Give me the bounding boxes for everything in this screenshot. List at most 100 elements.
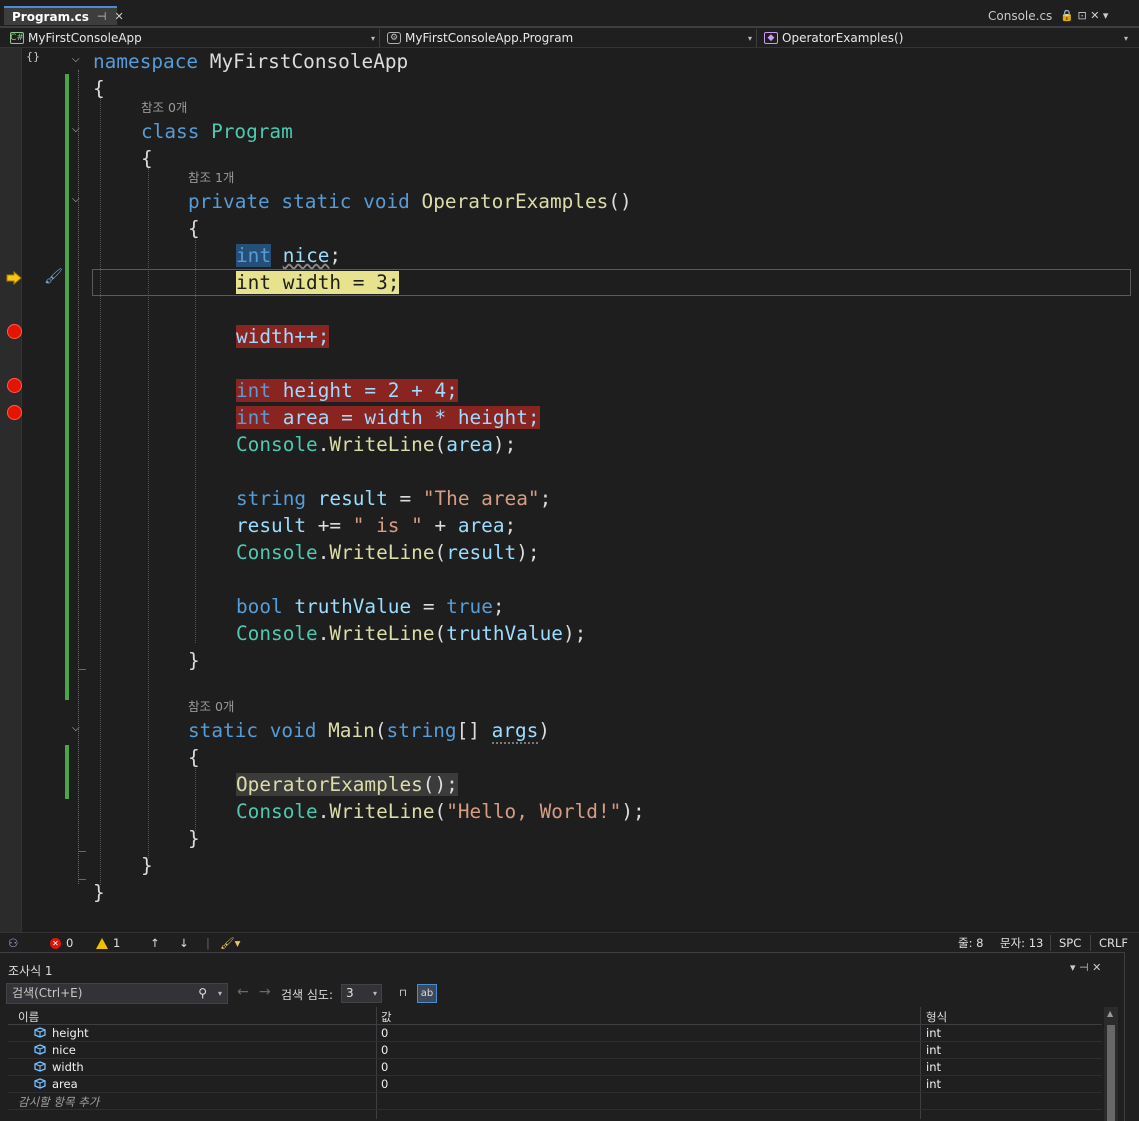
statement-text: width = 3;: [271, 271, 400, 294]
pin-watch-icon[interactable]: ⊓: [393, 984, 413, 1003]
watch-name: height: [52, 1026, 89, 1040]
search-input[interactable]: 검색(Ctrl+E) ⚲ ▾: [6, 983, 228, 1004]
column-indicator[interactable]: 문자: 13: [1000, 935, 1043, 951]
watch-scrollbar[interactable]: ▲: [1104, 1007, 1118, 1121]
watch-toolbar: 검색(Ctrl+E) ⚲ ▾ ← → 검색 심도: 3 ▾ ⊓ ab: [0, 983, 1124, 1005]
view-format-icon[interactable]: ab: [417, 984, 437, 1003]
warning-count[interactable]: 1: [96, 935, 120, 951]
punct: );: [562, 622, 587, 645]
error-count[interactable]: ✕ 0: [50, 935, 73, 951]
watch-value: 0: [381, 1077, 389, 1091]
code-line: int area = width * height;: [236, 404, 540, 431]
code-line: {: [141, 147, 153, 170]
code-line: {: [188, 746, 200, 769]
column-header-value[interactable]: 값: [381, 1009, 392, 1025]
adjacent-tool-window-edge: [1124, 952, 1139, 1121]
window-controls[interactable]: ▾ ⊣ ✕: [1070, 961, 1101, 974]
punct: ;: [504, 514, 517, 537]
chevron-down-icon: ▾: [370, 33, 375, 43]
indicator-margin[interactable]: [0, 48, 22, 932]
statement-text: area = width * height;: [271, 406, 540, 429]
quick-actions-brush-icon[interactable]: 🖌: [44, 267, 63, 285]
class-icon: ⚙: [387, 32, 401, 44]
copilot-icon[interactable]: ⚇: [8, 935, 18, 951]
search-depth-select[interactable]: 3 ▾: [341, 984, 382, 1003]
scrollbar-thumb[interactable]: [1107, 1025, 1115, 1121]
identifier: truthValue: [446, 622, 563, 645]
punct: (): [608, 190, 632, 213]
collapse-caret-icon[interactable]: ⌵: [72, 54, 80, 65]
watch-row[interactable]: height 0 int: [8, 1025, 1102, 1042]
warning-icon: [96, 937, 108, 949]
watch-row[interactable]: width 0 int: [8, 1059, 1102, 1076]
current-statement-arrow-icon: [6, 271, 22, 285]
code-line: Console.WriteLine(truthValue);: [236, 620, 586, 647]
watch-row[interactable]: area 0 int: [8, 1076, 1102, 1093]
codelens-references[interactable]: 참조 0개: [188, 698, 234, 716]
chevron-down-icon: ▾: [372, 989, 377, 998]
variable-icon: [34, 1044, 46, 1055]
punct: );: [621, 800, 645, 823]
keyword: void: [269, 719, 317, 742]
punct: (: [434, 800, 447, 823]
breakpoint-icon[interactable]: [7, 378, 22, 393]
tab-actions-icons[interactable]: 🔒 ⊡ ✕ ▾: [1060, 9, 1108, 22]
identifier: MyFirstConsoleApp: [209, 50, 409, 73]
pin-icon[interactable]: ⊣: [97, 10, 107, 23]
code-line: width++;: [236, 323, 330, 350]
variable-icon: [34, 1078, 46, 1089]
add-watch-row[interactable]: 감시할 항목 추가: [8, 1093, 1102, 1110]
project-dropdown[interactable]: C# MyFirstConsoleApp ▾: [4, 29, 380, 47]
column-header-name[interactable]: 이름: [18, 1009, 39, 1025]
search-icon[interactable]: ⚲: [198, 984, 207, 1003]
watch-row[interactable]: nice 0 int: [8, 1042, 1102, 1059]
cleanup-brush-icon[interactable]: 🖌▾: [220, 935, 240, 951]
type-dropdown[interactable]: ⚙ MyFirstConsoleApp.Program ▾: [381, 29, 757, 47]
watch-type: int: [926, 1043, 941, 1057]
variable-icon: [34, 1027, 46, 1038]
codelens-references[interactable]: 참조 1개: [188, 169, 234, 187]
chevron-down-icon[interactable]: ▾: [218, 984, 222, 1003]
watch-type: int: [926, 1026, 941, 1040]
punct: ): [538, 719, 550, 742]
punct: ;: [329, 244, 342, 267]
whitespace-indicator[interactable]: SPC: [1050, 935, 1089, 951]
search-back-icon[interactable]: ←: [237, 984, 249, 1000]
member-dropdown[interactable]: ◆ OperatorExamples() ▾: [758, 29, 1132, 47]
method-name: WriteLine: [329, 622, 435, 645]
code-line: OperatorExamples();: [236, 771, 458, 798]
breakpoint-icon[interactable]: [7, 405, 22, 420]
breakpoint-icon[interactable]: [7, 324, 22, 339]
punct: ;: [492, 595, 505, 618]
error-count-value: 0: [66, 936, 74, 950]
line-indicator[interactable]: 줄: 8: [958, 935, 983, 951]
indent-guide: [100, 98, 101, 885]
code-line: class Program: [141, 118, 293, 145]
code-line: Console.WriteLine(result);: [236, 539, 540, 566]
grid-header: 이름 값 형식: [8, 1007, 1102, 1025]
identifier: args: [491, 719, 539, 744]
watch-name: area: [52, 1077, 78, 1091]
previous-issue-icon[interactable]: ↑: [150, 935, 160, 951]
keyword: string: [236, 487, 307, 510]
column-header-type[interactable]: 형식: [926, 1009, 947, 1025]
next-issue-icon[interactable]: ↓: [179, 935, 189, 951]
code-line: {: [93, 77, 105, 100]
punct: (: [434, 541, 447, 564]
tab-console-cs[interactable]: Console.cs 🔒 ⊡ ✕ ▾: [980, 6, 1130, 25]
code-line: string result = "The area";: [236, 485, 551, 512]
line-ending-indicator[interactable]: CRLF: [1090, 935, 1136, 951]
code-editor[interactable]: {} ⌵ ⌵ ⌵ ⌵ 🖌 namespace MyFirstConsoleApp…: [0, 48, 1139, 932]
type-name: MyFirstConsoleApp.Program: [405, 31, 574, 45]
search-depth-value: 3: [346, 986, 354, 1000]
close-icon[interactable]: ✕: [114, 10, 123, 23]
tab-program-cs[interactable]: Program.cs ⊣ ✕: [4, 6, 124, 25]
search-forward-icon[interactable]: →: [259, 984, 271, 1000]
keyword: int: [236, 379, 272, 402]
scroll-up-icon[interactable]: ▲: [1107, 1009, 1113, 1018]
member-name: OperatorExamples(): [782, 31, 904, 45]
method-name: WriteLine: [329, 541, 435, 564]
codelens-references[interactable]: 참조 0개: [141, 99, 187, 117]
punct: ();: [422, 773, 458, 796]
keyword: static: [281, 190, 352, 213]
